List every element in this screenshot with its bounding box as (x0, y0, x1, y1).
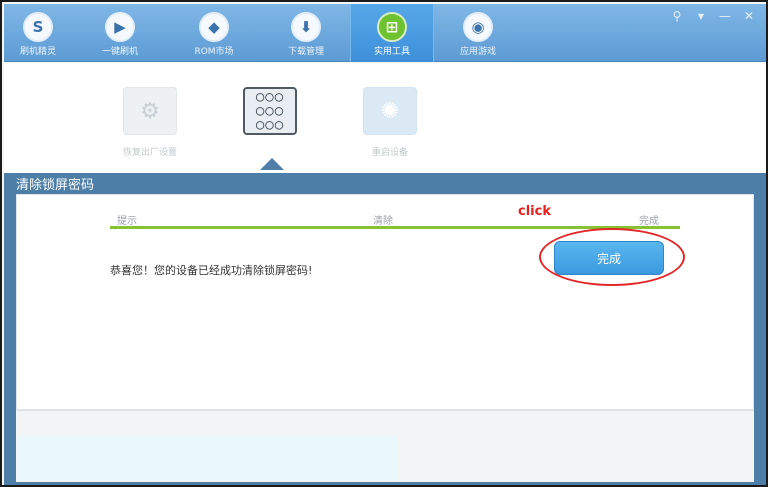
grid-icon: ⊞ (377, 12, 407, 42)
app-window: S 刷机精灵 ▶ 一键刷机 ◆ ROM市场 ⬇ 下载管理 ⊞ 实用工具 ◉ 应用… (0, 0, 768, 487)
tab-label: 下载管理 (287, 47, 324, 57)
panel-title-bar: 清除锁屏密码 (4, 173, 766, 193)
result-card: 提示 清除 完成 恭喜您！您的设备已经成功清除锁屏密码! (16, 194, 754, 410)
pattern-lock-icon: ○○○ ○○○ ○○○ (243, 87, 297, 135)
flash-wizard-icon: S (23, 12, 53, 42)
tool-label: 重启设备 (371, 148, 408, 158)
tab-label: 刷机精灵 (19, 47, 56, 57)
step-prompt: 提示 (117, 216, 137, 227)
minimize-icon[interactable]: — (716, 8, 734, 24)
tab-label: 一键刷机 (101, 47, 138, 57)
close-icon[interactable]: ✕ (740, 8, 758, 24)
loading-icon: ✺ (363, 87, 417, 135)
pattern-row: ○○○ (255, 117, 285, 133)
step-clear: 清除 (373, 216, 393, 227)
android-icon: ◆ (199, 12, 229, 42)
tool-reboot-device[interactable]: ✺ 重启设备 (360, 87, 420, 158)
download-icon: ⬇ (291, 12, 321, 42)
panel-title: 清除锁屏密码 (16, 178, 95, 193)
gears-icon: ⚙ (123, 87, 177, 135)
top-navigation-bar: S 刷机精灵 ▶ 一键刷机 ◆ ROM市场 ⬇ 下载管理 ⊞ 实用工具 ◉ 应用… (4, 4, 766, 62)
tool-clear-lock-password[interactable]: ○○○ ○○○ ○○○ (240, 87, 300, 135)
click-annotation: click (518, 204, 551, 219)
tool-label: 恢复出厂设置 (122, 148, 177, 158)
tab-label: 实用工具 (373, 47, 410, 57)
feedback-icon[interactable]: ⚲ (668, 8, 686, 24)
tab-flash-wizard[interactable]: S 刷机精灵 (4, 4, 72, 62)
tab-label: ROM市场 (194, 47, 234, 57)
play-icon: ▶ (105, 12, 135, 42)
success-message: 恭喜您！您的设备已经成功清除锁屏密码! (110, 264, 313, 277)
status-area (18, 436, 398, 480)
menu-dropdown-icon[interactable]: ▾ (692, 8, 710, 24)
tab-download-manager[interactable]: ⬇ 下载管理 (272, 4, 340, 62)
pattern-row: ○○○ (255, 103, 285, 119)
panel-footer (16, 410, 754, 482)
tab-one-click-flash[interactable]: ▶ 一键刷机 (86, 4, 154, 62)
tab-label: 应用游戏 (459, 47, 496, 57)
step-done: 完成 (639, 216, 659, 227)
tab-rom-market[interactable]: ◆ ROM市场 (180, 4, 248, 62)
highlight-ellipse (539, 228, 685, 286)
tools-strip: ⚙ 恢复出厂设置 ○○○ ○○○ ○○○ ✺ 重启设备 (4, 63, 766, 173)
selection-pointer (260, 158, 284, 170)
tool-factory-reset[interactable]: ⚙ 恢复出厂设置 (120, 87, 180, 158)
pattern-row: ○○○ (255, 89, 285, 105)
tab-utilities[interactable]: ⊞ 实用工具 (350, 4, 434, 62)
tab-apps-games[interactable]: ◉ 应用游戏 (444, 4, 512, 62)
gamepad-icon: ◉ (463, 12, 493, 42)
